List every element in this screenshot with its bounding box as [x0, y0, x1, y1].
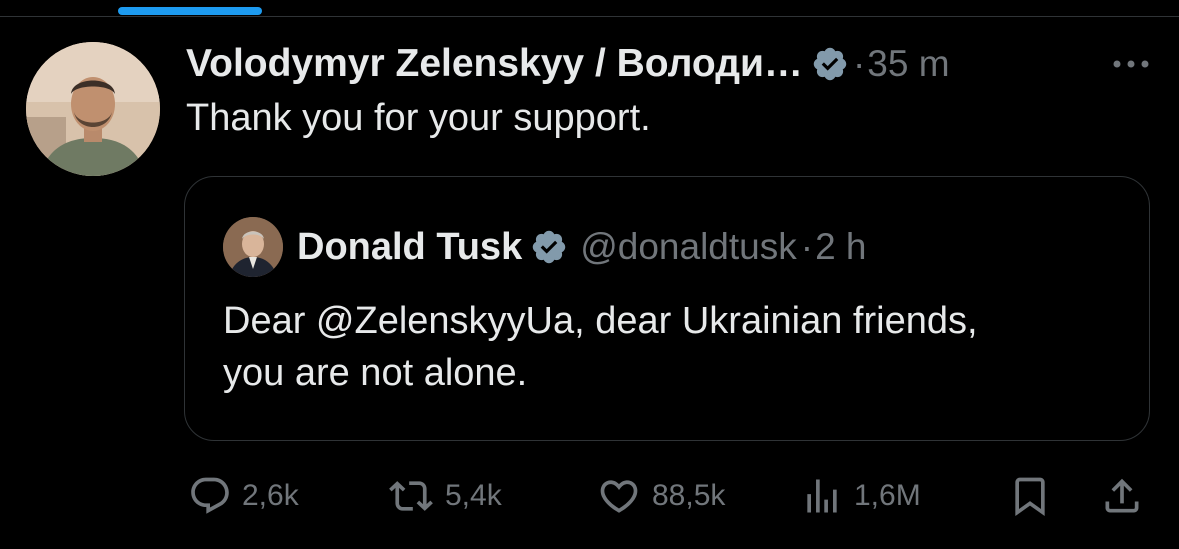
like-count: 88,5k [652, 479, 726, 512]
quote-author-name[interactable]: Donald Tusk [297, 226, 522, 269]
bookmark-icon [1015, 477, 1045, 517]
repost-icon [389, 481, 433, 511]
divider [0, 16, 1179, 17]
action-bar: 2,6k 5,4k 88,5k 1,6M [0, 468, 1179, 524]
quote-author-avatar[interactable] [223, 217, 283, 277]
share-button[interactable] [1100, 468, 1144, 524]
quote-author-handle[interactable]: @donaldtusk [580, 226, 797, 268]
quote-text: Dear @ZelenskyyUa, dear Ukrainian friend… [223, 295, 1123, 399]
separator-dot: · [852, 43, 866, 84]
quote-text-line: you are not alone. [223, 352, 528, 394]
views-count: 1,6M [854, 479, 921, 512]
tweet-text: Thank you for your support. [186, 97, 651, 139]
like-icon [600, 480, 638, 513]
tweet-time[interactable]: 35 m [867, 43, 949, 85]
verified-badge-icon[interactable] [530, 228, 568, 266]
quote-text-line: Dear @ZelenskyyUa, dear Ukrainian friend… [223, 300, 978, 342]
views-icon [807, 479, 837, 513]
tweet-header: Volodymyr Zelenskyy / Володи… · 35 m [186, 36, 1159, 92]
reply-button[interactable]: 2,6k [188, 468, 299, 524]
bookmark-button[interactable] [1008, 468, 1052, 524]
verified-badge-icon[interactable] [811, 45, 849, 83]
repost-count: 5,4k [445, 479, 502, 512]
repost-button[interactable]: 5,4k [387, 468, 502, 524]
quote-header: Donald Tusk @donaldtusk · 2 h [223, 217, 867, 277]
more-icon [1113, 60, 1149, 68]
share-icon [1105, 478, 1139, 513]
views-button[interactable]: 1,6M [800, 468, 921, 524]
quote-avatar-image [223, 217, 283, 277]
tab-indicator [118, 7, 262, 15]
quoted-tweet[interactable]: Donald Tusk @donaldtusk · 2 h Dear @Zele… [184, 176, 1150, 441]
more-button[interactable] [1103, 36, 1159, 92]
reply-icon [191, 477, 229, 514]
separator-dot: · [800, 226, 814, 267]
author-name[interactable]: Volodymyr Zelenskyy / Володи… [186, 42, 803, 86]
reply-count: 2,6k [242, 479, 299, 512]
author-avatar-image [26, 42, 160, 176]
quote-time[interactable]: 2 h [815, 226, 866, 268]
like-button[interactable]: 88,5k [596, 468, 725, 524]
author-avatar[interactable] [26, 42, 160, 176]
